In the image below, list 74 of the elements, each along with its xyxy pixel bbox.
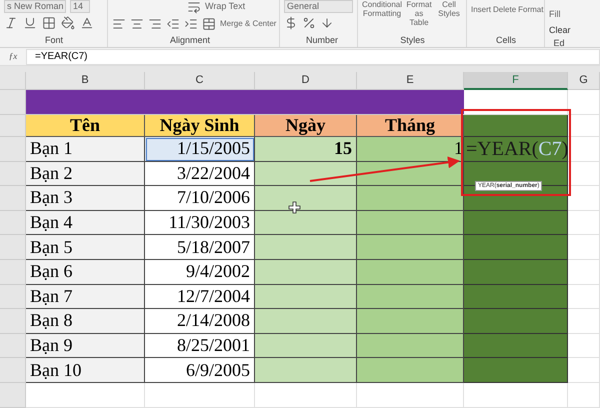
header-cell: Tháng [357,115,464,137]
align-left-icon[interactable] [112,16,126,31]
font-color-icon[interactable] [80,16,94,30]
group-label: Number [304,34,339,46]
number-format-field[interactable]: General [284,0,353,13]
align-right-icon[interactable] [148,16,162,31]
merge-icon[interactable] [202,16,216,31]
header-cell: Ngày Sinh [145,115,255,137]
row-header [0,115,26,137]
fill-color-icon[interactable] [61,16,75,30]
function-icon[interactable]: ƒx [0,50,26,64]
styles-button[interactable]: Cell Styles [436,0,462,27]
name-cell: Bạn 6 [26,260,145,285]
dollar-icon[interactable] [284,16,298,30]
name-cell: Bạn 1 [26,137,145,162]
cells-button[interactable]: Format [518,4,544,16]
wrap-text-icon[interactable] [187,0,201,14]
row-header [0,260,26,285]
date-cell: 1/15/2005 [145,137,255,162]
indent-decrease-icon[interactable] [166,16,180,31]
font-name-field[interactable]: s New Roman [4,0,66,13]
row-header [0,186,26,211]
group-label: Font [44,34,64,46]
header-cell: Tên [26,115,145,137]
formula-field[interactable]: =YEAR(C7) [26,48,600,64]
name-cell: Bạn 7 [26,284,145,310]
row-header [0,284,26,310]
borders-icon[interactable] [42,16,56,30]
styles-button[interactable]: Conditional Formatting [362,0,402,27]
editing-button[interactable]: Fill [549,8,596,22]
row-header [0,382,26,408]
group-label: Cells [494,34,517,46]
month-cell: 1 [357,137,464,162]
column-header: B [26,72,145,90]
italic-icon[interactable] [4,16,18,30]
styles-button[interactable]: Format as Table [406,0,432,27]
group-label: Ed [552,37,566,47]
name-cell: Bạn 2 [26,162,145,186]
column-header: F [464,72,568,90]
wrap-text-button[interactable]: Wrap Text [205,0,275,14]
column-header: G [568,72,600,90]
row-header [0,137,26,162]
cells-button[interactable]: Delete [493,4,516,16]
group-label: Styles [399,34,426,47]
font-size-field[interactable]: 14 [70,0,90,13]
indent-increase-icon[interactable] [184,16,198,31]
row-header [0,235,26,260]
day-cell: 15 [255,137,357,162]
row-header [0,309,26,334]
name-cell: Bạn 9 [26,334,145,358]
column-header: D [255,72,357,90]
name-cell: Bạn 5 [26,235,145,260]
row-header [0,90,26,115]
empty-cell [568,382,600,408]
row-header [0,162,26,186]
align-center-icon[interactable] [130,16,144,31]
header-cell: Ngày [255,115,357,137]
group-label: Alignment [168,34,212,47]
name-cell: Bạn 4 [26,210,145,236]
underline-icon[interactable] [23,16,37,30]
cursor-cross-icon [288,202,300,214]
row-header [0,334,26,358]
name-cell: Bạn 10 [26,358,145,383]
name-cell: Bạn 8 [26,309,145,334]
name-cell: Bạn 3 [26,186,145,211]
column-header: C [145,72,255,90]
cells-button[interactable]: Insert [471,4,492,16]
percent-icon[interactable] [302,16,316,30]
column-header: E [357,72,464,90]
editing-button[interactable]: Clear [549,24,596,37]
row-header [0,358,26,383]
merge-center-button[interactable]: Merge & Center [220,18,276,30]
empty-cell [568,90,600,115]
row-header [0,210,26,236]
